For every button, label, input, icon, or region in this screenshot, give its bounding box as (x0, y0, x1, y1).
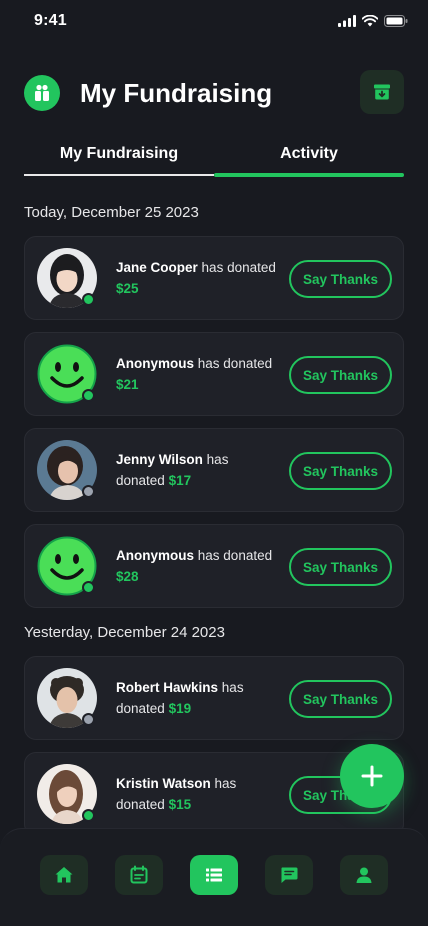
nav-profile[interactable] (340, 855, 388, 895)
page-title: My Fundraising (80, 78, 273, 108)
status-time: 9:41 (34, 12, 67, 29)
tab-my-fundraising[interactable]: My Fundraising (24, 140, 214, 176)
donation-text: Robert Hawkins has donated $19 (116, 677, 276, 719)
nav-home[interactable] (40, 855, 88, 895)
donation-amount: $28 (116, 569, 139, 584)
donation-verb: has donated (197, 548, 273, 563)
donation-verb: has donated (197, 356, 273, 371)
tab-bar: My Fundraising Activity (24, 140, 404, 177)
say-thanks-button[interactable]: Say Thanks (289, 356, 392, 394)
status-bar: 9:41 (0, 0, 428, 44)
donation-text: Anonymous has donated $21 (116, 353, 276, 395)
profile-icon (356, 867, 372, 883)
header: My Fundraising (24, 70, 404, 116)
donation-amount: $15 (168, 797, 192, 812)
donation-amount: $19 (168, 701, 192, 716)
chat-icon (281, 867, 298, 883)
donation-text: Kristin Watson has donated $15 (116, 773, 276, 815)
donor-name: Jane Cooper (116, 260, 198, 275)
donor-name: Anonymous (116, 356, 195, 371)
section-date-today: Today, December 25 2023 (24, 204, 199, 221)
section-date-yesterday: Yesterday, December 24 2023 (24, 624, 225, 641)
tab-underline (24, 174, 214, 176)
donor-name: Kristin Watson (116, 776, 211, 791)
avatar (37, 440, 97, 500)
bottom-nav (0, 828, 428, 926)
app-logo (24, 75, 60, 111)
calendar-icon (130, 865, 148, 884)
add-fundraising-button[interactable] (340, 744, 404, 808)
avatar (37, 668, 97, 728)
say-thanks-button[interactable]: Say Thanks (289, 260, 392, 298)
donation-amount: $25 (116, 281, 139, 296)
wifi-icon (362, 15, 378, 27)
donor-name: Anonymous (116, 548, 195, 563)
donation-card: Anonymous has donated $21 Say Thanks (24, 332, 404, 416)
say-thanks-button[interactable]: Say Thanks (289, 680, 392, 718)
donation-amount: $21 (116, 377, 139, 392)
donation-card: Anonymous has donated $28 Say Thanks (24, 524, 404, 608)
donation-text: Jane Cooper has donated $25 (116, 257, 276, 299)
nav-messages[interactable] (265, 855, 313, 895)
donor-name: Robert Hawkins (116, 680, 219, 695)
offline-indicator (82, 485, 95, 498)
donation-card: Jane Cooper has donated $25 Say Thanks (24, 236, 404, 320)
signal-icon (338, 15, 356, 27)
plus-icon (361, 765, 383, 787)
archive-button[interactable] (360, 70, 404, 114)
status-icons (338, 15, 408, 27)
say-thanks-button[interactable]: Say Thanks (289, 548, 392, 586)
avatar (37, 344, 97, 404)
online-indicator (82, 389, 95, 402)
donation-text: Anonymous has donated $28 (116, 545, 276, 587)
nav-calendar[interactable] (115, 855, 163, 895)
home-icon (55, 867, 73, 883)
donation-verb: has donated (201, 260, 276, 275)
online-indicator (82, 293, 95, 306)
archive-icon (374, 84, 390, 100)
tab-active-indicator (214, 173, 404, 177)
online-indicator (82, 809, 95, 822)
donor-name: Jenny Wilson (116, 452, 203, 467)
tab-label: My Fundraising (59, 145, 179, 162)
list-icon (206, 868, 222, 882)
avatar (37, 764, 97, 824)
tab-label: Activity (280, 145, 338, 162)
donation-text: Jenny Wilson has donated $17 (116, 449, 276, 491)
nav-activity[interactable] (190, 855, 238, 895)
avatar (37, 248, 97, 308)
battery-icon (384, 15, 408, 27)
donation-card: Robert Hawkins has donated $19 Say Thank… (24, 656, 404, 740)
donation-card: Jenny Wilson has donated $17 Say Thanks (24, 428, 404, 512)
donation-amount: $17 (168, 473, 192, 488)
say-thanks-button[interactable]: Say Thanks (289, 452, 392, 490)
gift-icon (35, 84, 49, 101)
avatar (37, 536, 97, 596)
tab-activity[interactable]: Activity (214, 140, 404, 177)
online-indicator (82, 581, 95, 594)
offline-indicator (82, 713, 95, 726)
